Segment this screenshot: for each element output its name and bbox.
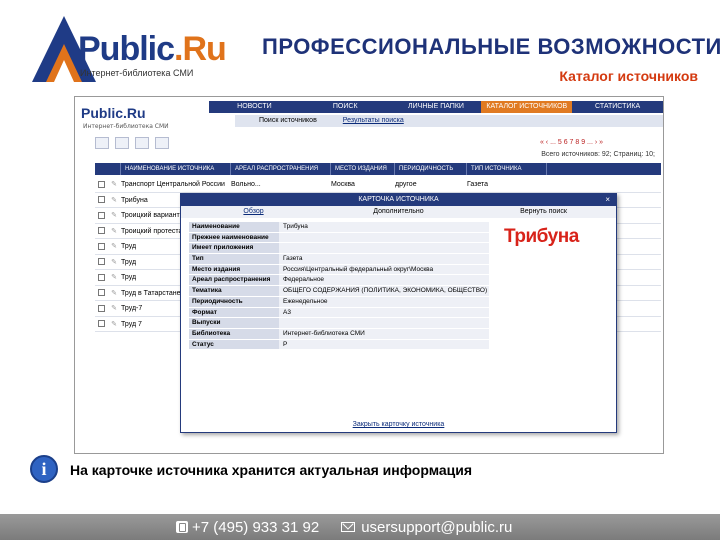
close-card-link[interactable]: Закрыть карточку источника xyxy=(181,421,616,428)
row-checkbox[interactable] xyxy=(95,317,107,332)
table-header: НАИМЕНОВАНИЕ ИСТОЧНИКА АРЕАЛ РАСПРОСТРАН… xyxy=(95,163,661,175)
app-screenshot: Public.Ru Интернет-библиотека СМИ НОВОСТ… xyxy=(74,96,664,454)
field-periodicity: Периодичность Еженедельное xyxy=(189,296,609,308)
caption: На карточке источника хранится актуальна… xyxy=(70,462,473,478)
page-title: ПРОФЕССИОНАЛЬНЫЕ ВОЗМОЖНОСТИ xyxy=(262,34,720,59)
close-icon[interactable]: × xyxy=(605,194,610,206)
nav-search[interactable]: ПОИСК xyxy=(300,101,391,113)
edit-icon[interactable]: ✎ xyxy=(107,270,121,285)
logo-text: Public.Ru xyxy=(78,30,227,68)
source-card-modal: КАРТОЧКА ИСТОЧНИКА × Обзор Дополнительно… xyxy=(180,193,617,433)
tab-overview[interactable]: Обзор xyxy=(181,206,326,218)
nav-catalog[interactable]: КАТАЛОГ ИСТОЧНИКОВ xyxy=(481,101,573,113)
edit-icon[interactable]: ✎ xyxy=(107,239,121,254)
col-name[interactable]: НАИМЕНОВАНИЕ ИСТОЧНИКА xyxy=(121,163,231,175)
nav-news[interactable]: НОВОСТИ xyxy=(209,101,300,113)
row-checkbox[interactable] xyxy=(95,301,107,316)
page-subtitle: Каталог источников xyxy=(559,68,698,84)
app-logo-subtitle: Интернет-библиотека СМИ xyxy=(83,123,169,130)
edit-icon[interactable]: ✎ xyxy=(107,286,121,301)
logo-subtitle: Интернет-библиотека СМИ xyxy=(80,68,194,78)
footer-bar: +7 (495) 933 31 92 usersupport@public.ru xyxy=(0,514,720,540)
print-icon[interactable] xyxy=(115,137,129,149)
field-type: Тип Газета xyxy=(189,254,609,265)
footer-phone[interactable]: +7 (495) 933 31 92 xyxy=(192,519,319,536)
col-area[interactable]: АРЕАЛ РАСПРОСТРАНЕНИЯ xyxy=(231,163,331,175)
nav-stats[interactable]: СТАТИСТИКА xyxy=(572,101,663,113)
subnav-search-sources[interactable]: Поиск источников xyxy=(259,117,317,124)
pagination[interactable]: « ‹ ... 5 6 7 8 9 ... › » xyxy=(540,139,603,146)
row-checkbox[interactable] xyxy=(95,193,107,208)
row-checkbox[interactable] xyxy=(95,208,107,223)
edit-icon[interactable]: ✎ xyxy=(107,255,121,270)
folder-icon[interactable] xyxy=(95,137,109,149)
export-icon[interactable] xyxy=(135,137,149,149)
row-checkbox[interactable] xyxy=(95,239,107,254)
field-format: Формат А3 xyxy=(189,307,609,319)
field-status: Статус Р xyxy=(189,339,609,351)
header-select[interactable] xyxy=(95,163,121,175)
mail-icon xyxy=(341,522,356,532)
col-place[interactable]: МЕСТО ИЗДАНИЯ xyxy=(331,163,395,175)
modal-tabs: Обзор Дополнительно Вернуть поиск xyxy=(181,206,616,218)
edit-icon[interactable]: ✎ xyxy=(107,193,121,208)
info-icon: i xyxy=(30,455,58,483)
edit-icon[interactable]: ✎ xyxy=(107,301,121,316)
col-period[interactable]: ПЕРИОДИЧНОСТЬ xyxy=(395,163,467,175)
edit-icon[interactable]: ✎ xyxy=(107,208,121,223)
tab-back-to-search[interactable]: Вернуть поиск xyxy=(471,206,616,218)
subnav-results[interactable]: Результаты поиска xyxy=(343,117,404,124)
app-logo[interactable]: Public.Ru xyxy=(81,105,146,121)
nav-folders[interactable]: ЛИЧНЫЕ ПАПКИ xyxy=(391,101,482,113)
field-place: Место издания Россия\Центральный федераль… xyxy=(189,264,609,276)
phone-icon xyxy=(176,521,188,533)
tab-additional[interactable]: Дополнительно xyxy=(326,206,471,218)
row-checkbox[interactable] xyxy=(95,224,107,239)
field-issues: Выпуски xyxy=(189,318,609,329)
edit-icon[interactable]: ✎ xyxy=(107,177,121,192)
totals: Всего источников: 92; Страниц: 10; xyxy=(541,151,655,158)
row-checkbox[interactable] xyxy=(95,286,107,301)
modal-title: КАРТОЧКА ИСТОЧНИКА xyxy=(358,196,439,203)
toolbar xyxy=(95,137,169,149)
edit-icon[interactable]: ✎ xyxy=(107,317,121,332)
field-library: Библиотека Интернет-библиотека СМИ xyxy=(189,328,609,340)
table-row[interactable]: ✎ Транспорт Центральной России Вольно... Мо… xyxy=(95,177,661,193)
row-checkbox[interactable] xyxy=(95,255,107,270)
col-type[interactable]: ТИП ИСТОЧНИКА xyxy=(467,163,547,175)
footer-email[interactable]: usersupport@public.ru xyxy=(361,519,512,536)
top-nav: НОВОСТИ ПОИСК ЛИЧНЫЕ ПАПКИ КАТАЛОГ ИСТОЧ… xyxy=(209,101,663,113)
sub-nav: Поиск источников Результаты поиска xyxy=(235,115,663,127)
check-icon[interactable] xyxy=(155,137,169,149)
source-logo: Трибуна xyxy=(504,226,579,247)
field-area: Ареал распространения Федеральное xyxy=(189,275,609,287)
row-checkbox[interactable] xyxy=(95,270,107,285)
row-checkbox[interactable] xyxy=(95,177,107,192)
field-topic: Тематика ОБЩЕГО СОДЕРЖАНИЯ (ПОЛИТИКА, ЭКО… xyxy=(189,286,609,297)
modal-title-bar[interactable]: КАРТОЧКА ИСТОЧНИКА × xyxy=(181,194,616,206)
edit-icon[interactable]: ✎ xyxy=(107,224,121,239)
